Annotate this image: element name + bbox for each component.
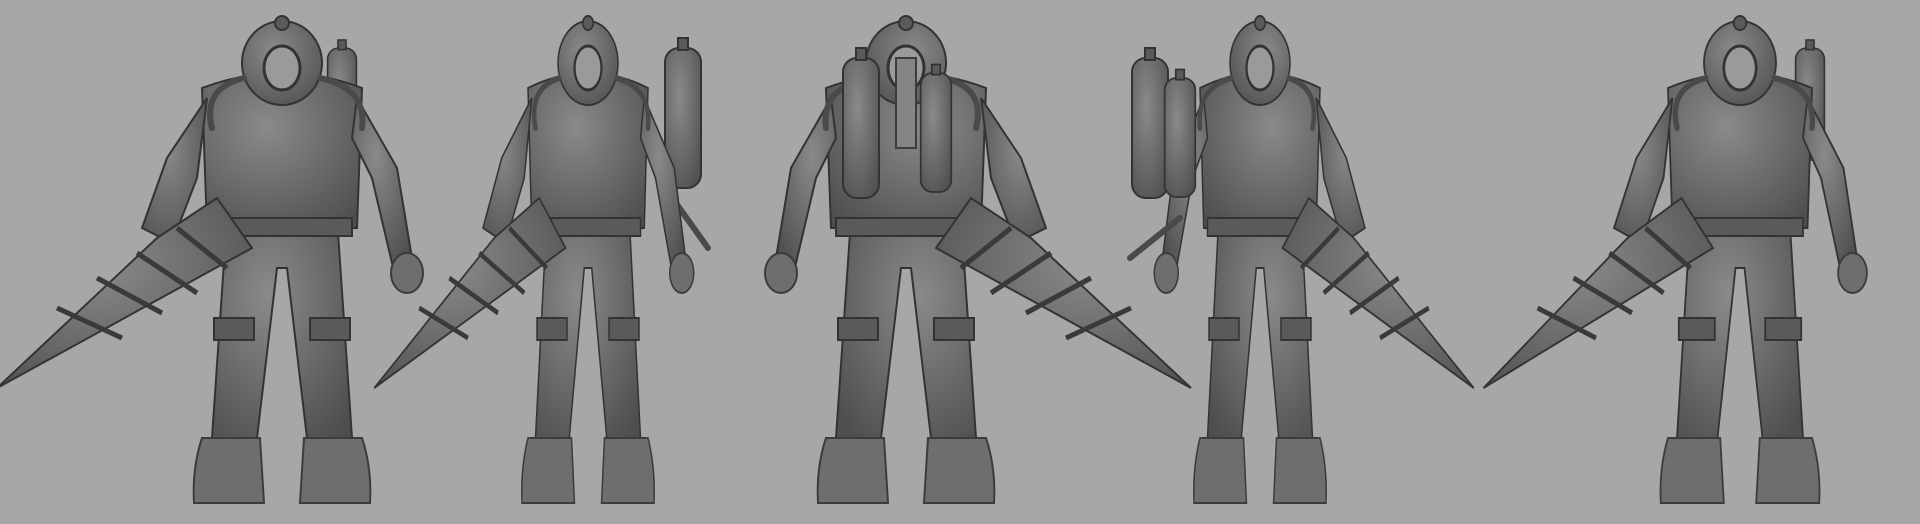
view-back	[765, 16, 1191, 503]
turnaround-render	[0, 0, 1920, 524]
view-side-left	[374, 16, 711, 503]
view-side-right	[1127, 16, 1474, 503]
view-front	[0, 16, 423, 503]
view-three-quarter	[1484, 16, 1867, 503]
